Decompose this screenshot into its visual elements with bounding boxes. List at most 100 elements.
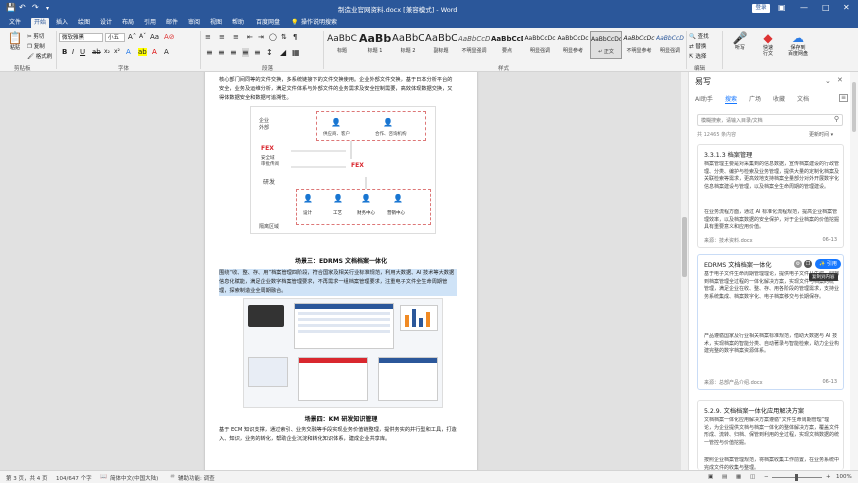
text-effects-icon[interactable]: A [126,48,131,56]
strikethrough-icon[interactable]: ab [92,48,101,56]
login-button[interactable]: 登录 [752,4,770,13]
flash-writing-button[interactable]: ◆ 快速 行文 [757,31,779,57]
change-case-icon[interactable]: Aa [150,33,159,41]
style-subtle-reference[interactable]: AaBbCcDc 不明显参考 [623,31,655,59]
distributed-icon[interactable]: ≡ [254,48,261,57]
shading-icon[interactable]: ◢ [280,48,286,57]
undo-icon[interactable]: ↶ [19,3,26,12]
cut-button[interactable]: ✂ 剪切 [27,32,44,40]
find-button[interactable]: 🔍 查找 [689,32,709,40]
print-layout-icon[interactable]: ▦ [736,474,741,480]
ribbon-display-icon[interactable]: ▣ [778,3,786,12]
style-normal[interactable]: AaBbCcDd ↵ 正文 [590,31,622,59]
underline-icon[interactable]: U [80,48,85,56]
zoom-out-icon[interactable]: − [764,474,769,480]
collapse-icon[interactable]: ≡ [839,94,849,102]
tab-home[interactable]: 开始 [31,18,50,28]
tell-me-search[interactable]: 操作说明搜索 [298,18,340,28]
multilevel-list-icon[interactable]: ≡ [233,33,239,41]
save-to-baidu-button[interactable]: ☁ 保存到 百度网盘 [784,31,812,57]
numbering-icon[interactable]: ≡ [219,33,225,41]
maximize-icon[interactable]: □ [822,3,830,12]
word-count[interactable]: 104/647 个字 [56,474,92,482]
search-box[interactable]: ⚲ [697,114,843,126]
tab-insert[interactable]: 插入 [53,18,71,28]
style-subtle-emphasis[interactable]: AaBbCcDc不明显强调 [458,31,490,59]
zoom-in-icon[interactable]: + [826,474,831,480]
close-pane-icon[interactable]: ✕ [837,76,843,84]
scrollbar-thumb[interactable] [852,82,856,132]
card-source[interactable]: 来源：技术资料.docx [704,237,753,244]
tab-mailings[interactable]: 邮件 [163,18,181,28]
focus-mode-icon[interactable]: ▣ [708,474,713,480]
style-heading-2[interactable]: AaBbC 标题 2 [392,31,424,59]
tab-view[interactable]: 视图 [207,18,225,28]
superscript-icon[interactable]: x² [114,48,120,55]
copy-button[interactable]: ❐ 复制 [27,42,45,50]
tab-layout[interactable]: 布局 [119,18,137,28]
zoom-slider-thumb[interactable] [795,474,798,481]
style-intense-reference[interactable]: AaBbCcDc 明显参考 [557,31,589,59]
paragraph-intro[interactable]: 核心部门间同等的文件交换，多系统链接下的文件交换使用。企业外部文件交换，基于日本… [219,76,457,103]
settings-icon[interactable]: ⚙ [794,260,802,268]
select-button[interactable]: ⇱ 选择 [689,52,706,60]
grow-font-icon[interactable]: Aˆ [128,33,136,41]
pane-scrollbar[interactable] [850,72,858,470]
tab-ai-assistant[interactable]: AI助手 [695,94,713,103]
highlight-icon[interactable]: ab [138,48,147,56]
font-color-icon[interactable]: A [152,48,157,56]
tab-references[interactable]: 引用 [141,18,159,28]
page-indicator[interactable]: 第 3 页，共 4 页 [6,474,48,482]
accessibility-status[interactable]: 辅助功能: 调查 [178,474,215,482]
char-shading-icon[interactable]: A [164,48,169,56]
decrease-indent-icon[interactable]: ⇤ [247,33,253,41]
quote-button[interactable]: ✨ 引用 [815,259,841,269]
zoom-slider[interactable] [772,474,822,481]
tab-favorites[interactable]: 收藏 [773,94,785,103]
document-area[interactable]: 核心部门间同等的文件交换，多系统链接下的文件交换使用。企业外部文件交换，基于日本… [0,72,681,470]
minimize-icon[interactable]: — [800,3,808,12]
tab-review[interactable]: 审阅 [185,18,203,28]
increase-indent-icon[interactable]: ⇥ [258,33,264,41]
tab-file[interactable]: 文件 [6,18,24,28]
proofing-icon[interactable]: 📖 [100,474,107,480]
format-painter-button[interactable]: 🖌 格式刷 [27,52,52,60]
style-intense-emphasis-2[interactable]: AaBbCcDc明显强调 [656,31,684,59]
dictate-button[interactable]: 🎤 听写 [729,31,751,51]
close-icon[interactable]: ✕ [843,3,850,12]
save-icon[interactable]: 💾 [6,3,16,12]
tab-square[interactable]: 广场 [749,94,761,103]
bold-icon[interactable]: B [62,48,67,56]
customize-qat-icon[interactable]: ▾ [46,5,49,12]
justify-icon[interactable]: ≡ [242,48,249,57]
style-heading-1[interactable]: AaBb 标题 1 [359,31,391,59]
replace-button[interactable]: ⇄ 替换 [689,42,706,50]
tab-design[interactable]: 设计 [97,18,115,28]
document-page[interactable]: 核心部门间同等的文件交换，多系统链接下的文件交换使用。企业外部文件交换，基于日本… [205,72,477,470]
shrink-font-icon[interactable]: Aˇ [139,33,146,40]
search-input[interactable] [701,116,826,125]
italic-icon[interactable]: I [72,48,74,56]
tab-draw[interactable]: 绘图 [75,18,93,28]
read-mode-icon[interactable]: ▤ [722,474,727,480]
sort-dropdown[interactable]: 更新时间 ▾ [809,131,833,138]
tab-help[interactable]: 帮助 [229,18,247,28]
subscript-icon[interactable]: x₂ [104,48,110,55]
tab-documents[interactable]: 文档 [797,94,809,103]
result-card[interactable]: 3.3.1.3 档案管理 档案管理主要是对采集到的信息数据，宣传档案建设的行政管… [697,144,844,248]
align-right-icon[interactable]: ≡ [230,48,237,57]
result-card[interactable]: 5.2.9. 文档档案一体化应用解决方案 文档档案一体化应用解决方案遵循“文件生… [697,400,844,471]
copy-icon[interactable]: ❐ [804,260,812,268]
line-spacing-icon[interactable]: ↕ [266,48,273,57]
paragraph-scene3[interactable]: 围绕“收、整、存、用”档案管理四阶段，符合国家及相关行业标准规范，利用大数据、A… [219,269,457,296]
font-size-select[interactable]: 小五 [105,33,125,42]
chevron-down-icon[interactable]: ⌄ [825,77,831,85]
borders-icon[interactable]: ▦ [292,48,300,57]
language-indicator[interactable]: 简体中文(中国大陆) [110,474,158,482]
style-subtitle[interactable]: AaBbC 副标题 [425,31,457,59]
tab-baidu-netdisk[interactable]: 百度网盘 [253,18,283,28]
card-source[interactable]: 来源：总部产品介绍.docx [704,379,763,386]
chinese-layout-icon[interactable]: ◯ [269,33,277,41]
style-title[interactable]: AaBbC 标题 [326,31,358,59]
document-scrollbar[interactable] [681,72,688,470]
